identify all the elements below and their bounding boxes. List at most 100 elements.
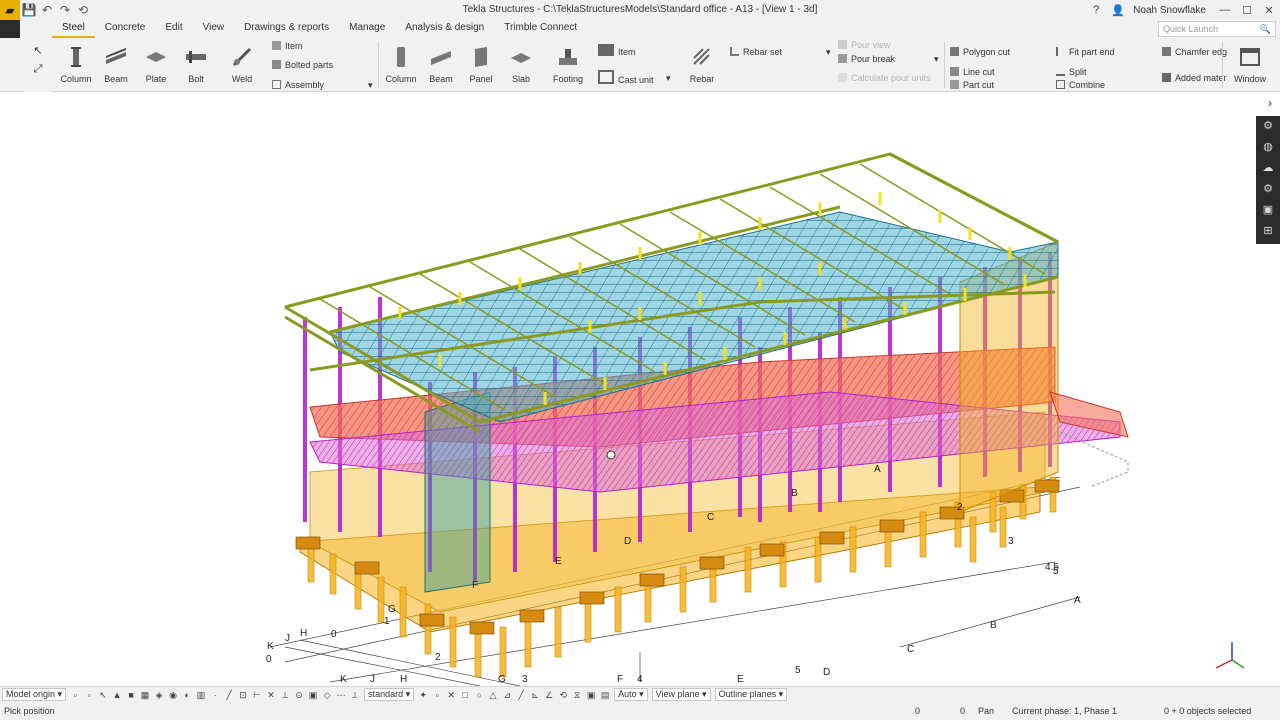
tab-trimble-connect[interactable]: Trimble Connect: [494, 20, 587, 38]
settings-icon[interactable]: ✦: [417, 689, 429, 701]
redo-icon[interactable]: ↷: [56, 0, 74, 20]
snap-nearest-icon[interactable]: ⟂: [349, 689, 361, 701]
apps-icon[interactable]: ⊞: [1256, 221, 1280, 242]
added-material-button[interactable]: Added mater: [1162, 72, 1227, 84]
steel-item-button[interactable]: Item: [272, 40, 303, 52]
fit-part-end-button[interactable]: Fit part end: [1056, 46, 1115, 58]
model-origin-dropdown[interactable]: Model origin ▾: [2, 688, 67, 701]
snap-icon[interactable]: ▲: [111, 689, 123, 701]
snap-extension-icon[interactable]: ⋯: [335, 689, 347, 701]
pour-break-chevron-icon[interactable]: ▾: [934, 53, 939, 65]
bolted-parts-button[interactable]: Bolted parts: [272, 59, 333, 71]
snap-any-icon[interactable]: ▣: [307, 689, 319, 701]
chamfer-edge-button[interactable]: Chamfer edg: [1162, 46, 1227, 58]
snap-icon[interactable]: ⊿: [501, 689, 513, 701]
maximize-button[interactable]: ☐: [1236, 0, 1258, 20]
snap-perpendicular-icon[interactable]: ⊥: [279, 689, 291, 701]
footing-button[interactable]: Footing: [548, 40, 588, 90]
tab-concrete[interactable]: Concrete: [95, 20, 156, 38]
snap-center-icon[interactable]: ⊙: [293, 689, 305, 701]
outline-planes-dropdown[interactable]: Outline planes ▾: [714, 688, 788, 701]
user-name[interactable]: Noah Snowflake: [1133, 5, 1206, 16]
globe-icon[interactable]: ◍: [1256, 137, 1280, 158]
tab-view[interactable]: View: [193, 20, 235, 38]
toggle-icon[interactable]: ▫: [83, 689, 95, 701]
user-icon[interactable]: 👤: [1107, 0, 1129, 20]
structure-model[interactable]: K J H 0 K 0 J H G 1 2 G 3 F 4 E A B C D …: [0, 92, 1280, 686]
select-arrow-icon[interactable]: ↖: [24, 44, 52, 57]
undo-icon[interactable]: ↶: [38, 0, 56, 20]
select-arrow-icon[interactable]: ↖: [97, 689, 109, 701]
cloud-icon[interactable]: ☁: [1256, 158, 1280, 179]
select-bolt-icon[interactable]: ◉: [167, 689, 179, 701]
part-cut-button[interactable]: Part cut: [950, 79, 994, 91]
rebar-set-button[interactable]: Rebar set: [730, 46, 782, 58]
rotate-icon[interactable]: ⟲: [557, 689, 569, 701]
line-icon[interactable]: ╱: [515, 689, 527, 701]
toggle-icon[interactable]: ▫: [431, 689, 443, 701]
polygon-cut-button[interactable]: Polygon cut: [950, 46, 1010, 58]
box-icon[interactable]: ▣: [585, 689, 597, 701]
expand-panel-chevron-icon[interactable]: ›: [1268, 96, 1272, 110]
rebar-set-chevron-icon[interactable]: ▾: [826, 46, 831, 58]
measure-icon[interactable]: ⊾: [529, 689, 541, 701]
plate-button[interactable]: Plate: [136, 40, 176, 90]
toggle-icon[interactable]: ▫: [69, 689, 81, 701]
app-logo-icon[interactable]: ▰: [0, 0, 20, 20]
cube-icon[interactable]: ▣: [1256, 200, 1280, 221]
select-weld-icon[interactable]: ◐: [181, 689, 193, 701]
select-assembly-icon[interactable]: ▦: [139, 689, 151, 701]
select-part-icon[interactable]: ■: [125, 689, 137, 701]
close-icon[interactable]: ✕: [445, 689, 457, 701]
concrete-item-button[interactable]: Item: [598, 44, 636, 57]
stack-icon[interactable]: ▤: [599, 689, 611, 701]
pour-view-button[interactable]: Pour view: [838, 39, 891, 51]
model-view-3d[interactable]: K J H 0 K 0 J H G 1 2 G 3 F 4 E A B C D …: [0, 92, 1280, 686]
combine-button[interactable]: Combine: [1056, 79, 1105, 91]
tab-steel[interactable]: Steel: [52, 20, 95, 38]
select-point-icon[interactable]: ·: [209, 689, 221, 701]
quick-launch-input[interactable]: Quick Launch 🔍: [1158, 21, 1276, 37]
line-cut-button[interactable]: Line cut: [950, 66, 995, 78]
minimize-button[interactable]: —: [1214, 0, 1236, 20]
standard-dropdown[interactable]: standard ▾: [364, 688, 415, 701]
auto-dropdown[interactable]: Auto ▾: [614, 688, 648, 701]
current-phase[interactable]: Current phase: 1, Phase 1: [1012, 706, 1117, 716]
rebar-button[interactable]: Rebar: [682, 40, 722, 90]
tab-analysis-design[interactable]: Analysis & design: [395, 20, 494, 38]
properties-icon[interactable]: ⚙: [1256, 116, 1280, 137]
save-icon[interactable]: 💾: [20, 0, 38, 20]
concrete-column-button[interactable]: Column: [381, 40, 421, 90]
bolt-button[interactable]: Bolt: [176, 40, 216, 90]
close-button[interactable]: ✕: [1258, 0, 1280, 20]
tab-manage[interactable]: Manage: [339, 20, 395, 38]
pour-break-button[interactable]: Pour break: [838, 53, 895, 65]
circle-icon[interactable]: ○: [473, 689, 485, 701]
concrete-beam-button[interactable]: Beam: [421, 40, 461, 90]
history-icon[interactable]: ⟲: [74, 0, 92, 20]
snap-intersection-icon[interactable]: ✕: [265, 689, 277, 701]
snap-tangent-icon[interactable]: ◇: [321, 689, 333, 701]
slab-button[interactable]: Slab: [501, 40, 541, 90]
help-icon[interactable]: ?: [1085, 0, 1107, 20]
cast-unit-chevron-icon[interactable]: ▾: [666, 72, 671, 84]
square-icon[interactable]: □: [459, 689, 471, 701]
steel-beam-button[interactable]: Beam: [96, 40, 136, 90]
cast-unit-button[interactable]: Cast unit: [598, 70, 654, 85]
select-component-icon[interactable]: ◈: [153, 689, 165, 701]
snap-tool-icon[interactable]: ⤢: [24, 63, 52, 76]
calculate-pour-units-button[interactable]: Calculate pour units: [838, 72, 931, 84]
view-plane-dropdown[interactable]: View plane ▾: [651, 688, 711, 701]
steel-more-chevron-icon[interactable]: ▾: [368, 79, 373, 91]
snap-line-icon[interactable]: ╱: [223, 689, 235, 701]
window-button[interactable]: Window: [1230, 40, 1270, 90]
triangle-icon[interactable]: △: [487, 689, 499, 701]
snap-reference-icon[interactable]: ⊡: [237, 689, 249, 701]
assembly-button[interactable]: Assembly: [272, 79, 324, 91]
weld-button[interactable]: Weld: [222, 40, 262, 90]
select-grid-icon[interactable]: ▥: [195, 689, 207, 701]
snap-midpoint-icon[interactable]: ⊢: [251, 689, 263, 701]
split-button[interactable]: Split: [1056, 66, 1087, 78]
mirror-icon[interactable]: ⧖: [571, 689, 583, 701]
steel-column-button[interactable]: Column: [56, 40, 96, 90]
